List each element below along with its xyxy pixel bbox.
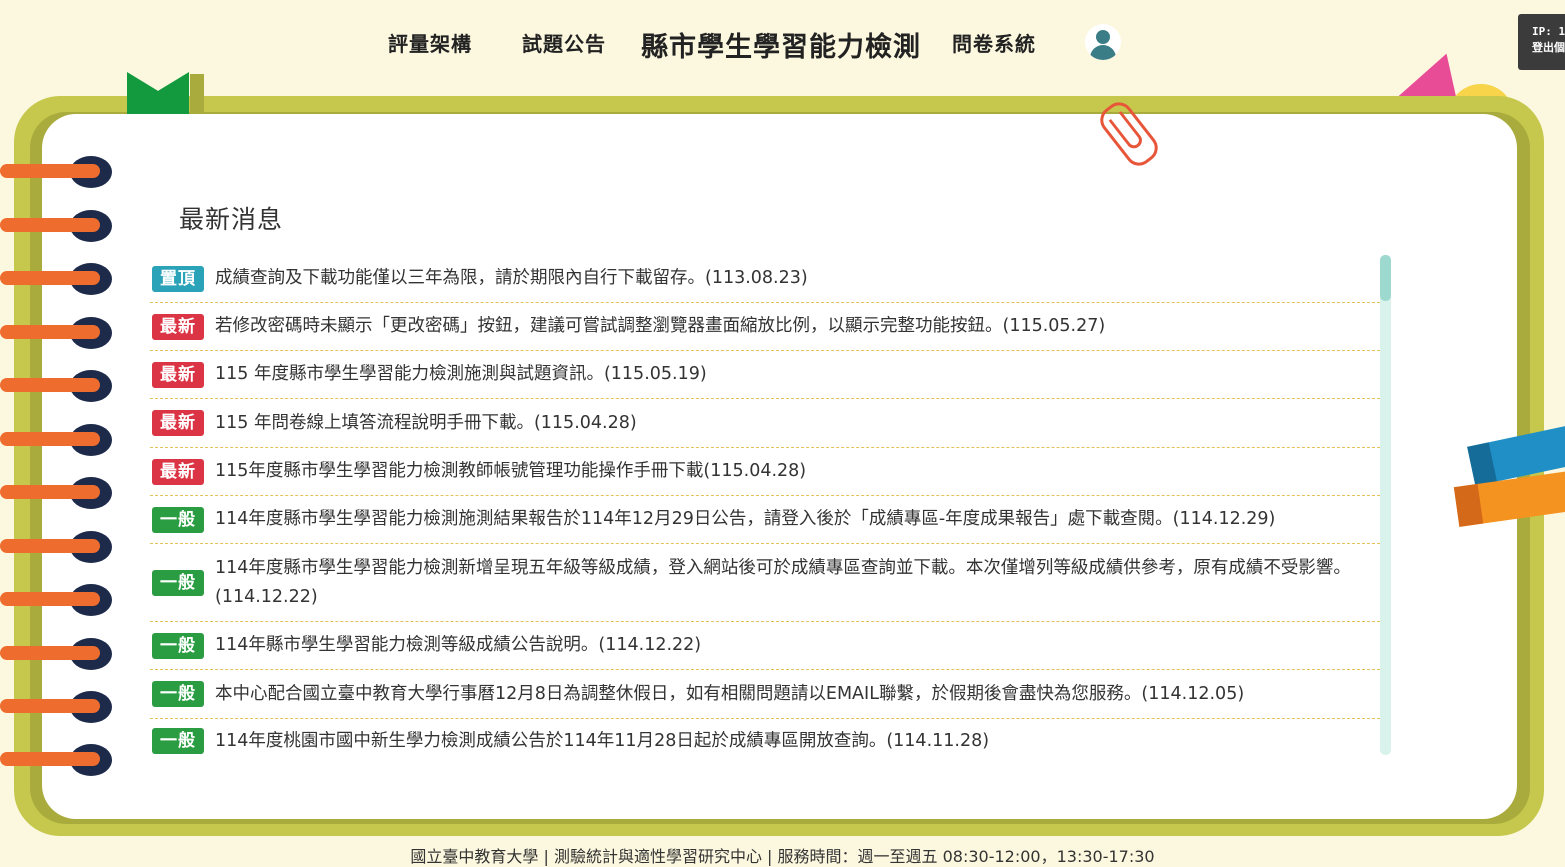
news-link[interactable]: 115年度縣市學生學習能力檢測教師帳號管理功能操作手冊下載(115.04.28)	[215, 457, 820, 486]
spiral-ring-icon	[0, 368, 112, 404]
logout-label[interactable]: 登出個	[1532, 40, 1565, 56]
nav-questionnaire-system[interactable]: 問卷系統	[952, 28, 1036, 57]
nav-assessment-framework[interactable]: 評量架構	[388, 28, 472, 57]
spiral-ring-icon	[0, 742, 112, 778]
news-badge: 最新	[152, 410, 204, 436]
news-badge: 一般	[152, 632, 204, 659]
spiral-ring-icon	[0, 154, 112, 190]
news-item: 最新 115年度縣市學生學習能力檢測教師帳號管理功能操作手冊下載(115.04.…	[150, 448, 1380, 496]
news-item: 最新 115 年度縣市學生學習能力檢測施測與試題資訊。(115.05.19)	[150, 351, 1380, 399]
top-navigation: 評量架構 試題公告 縣市學生學習能力檢測 問卷系統	[0, 0, 1565, 90]
section-title-latest-news: 最新消息	[179, 205, 284, 234]
user-avatar-icon[interactable]	[1085, 24, 1121, 60]
news-link[interactable]: 114年縣市學生學習能力檢測等級成績公告說明。(114.12.22)	[215, 631, 715, 660]
spiral-ring-icon	[0, 582, 112, 618]
spiral-ring-icon	[0, 475, 112, 511]
news-item: 最新 若修改密碼時未顯示「更改密碼」按鈕，建議可嘗試調整瀏覽器畫面縮放比例，以顯…	[150, 303, 1380, 351]
spiral-ring-icon	[0, 636, 112, 672]
spiral-ring-icon	[0, 689, 112, 725]
nav-test-announcement[interactable]: 試題公告	[522, 28, 606, 57]
news-badge: 一般	[152, 569, 204, 596]
news-item: 一般 114年度桃園市國中新生學力檢測成績公告於114年11月28日起於成績專區…	[150, 719, 1380, 763]
news-badge: 一般	[152, 728, 204, 754]
news-item: 一般 114年縣市學生學習能力檢測等級成績公告說明。(114.12.22)	[150, 622, 1380, 670]
spiral-ring-icon	[0, 529, 112, 565]
spiral-ring-icon	[0, 315, 112, 351]
news-link[interactable]: 114年度桃園市國中新生學力檢測成績公告於114年11月28日起於成績專區開放查…	[215, 727, 1003, 756]
news-badge: 最新	[152, 313, 204, 340]
bookmark-shadow	[190, 74, 204, 114]
news-badge: 一般	[152, 681, 204, 707]
news-link[interactable]: 成績查詢及下載功能僅以三年為限，請於期限內自行下載留存。(113.08.23)	[215, 264, 822, 293]
news-list: 置頂 成績查詢及下載功能僅以三年為限，請於期限內自行下載留存。(113.08.2…	[150, 255, 1380, 763]
ip-logout-panel[interactable]: IP: 1 登出個	[1518, 14, 1565, 70]
footer-info: 國立臺中教育大學 | 測驗統計與適性學習研究中心 | 服務時間：週一至週五 08…	[410, 847, 1155, 866]
news-item: 置頂 成績查詢及下載功能僅以三年為限，請於期限內自行下載留存。(113.08.2…	[150, 255, 1380, 303]
news-link[interactable]: 115 年問卷線上填答流程說明手冊下載。(115.04.28)	[215, 409, 651, 438]
scrollbar-thumb[interactable]	[1380, 255, 1391, 301]
news-badge: 最新	[152, 458, 204, 485]
spiral-ring-icon	[0, 208, 112, 244]
news-item: 最新 115 年問卷線上填答流程說明手冊下載。(115.04.28)	[150, 399, 1380, 448]
news-link[interactable]: 若修改密碼時未顯示「更改密碼」按鈕，建議可嘗試調整瀏覽器畫面縮放比例，以顯示完整…	[215, 312, 1119, 341]
news-link[interactable]: 114年度縣市學生學習能力檢測新增呈現五年級等級成績，登入網站後可於成績專區查詢…	[215, 554, 1380, 612]
spiral-ring-icon	[0, 261, 112, 297]
news-badge: 一般	[152, 506, 204, 533]
news-item: 一般 本中心配合國立臺中教育大學行事曆12月8日為調整休假日，如有相關問題請以E…	[150, 670, 1380, 719]
site-title[interactable]: 縣市學生學習能力檢測	[641, 25, 921, 64]
news-badge: 最新	[152, 361, 204, 388]
news-item: 一般 114年度縣市學生學習能力檢測新增呈現五年級等級成績，登入網站後可於成績專…	[150, 544, 1380, 622]
ip-label: IP: 1	[1532, 25, 1565, 38]
news-scrollbar[interactable]	[1380, 255, 1391, 755]
news-badge: 置頂	[152, 265, 204, 292]
news-link[interactable]: 114年度縣市學生學習能力檢測施測結果報告於114年12月29日公告，請登入後於…	[215, 505, 1289, 534]
news-item: 一般 114年度縣市學生學習能力檢測施測結果報告於114年12月29日公告，請登…	[150, 496, 1380, 544]
spiral-ring-icon	[0, 422, 112, 458]
news-link[interactable]: 本中心配合國立臺中教育大學行事曆12月8日為調整休假日，如有相關問題請以EMAI…	[215, 680, 1258, 709]
news-link[interactable]: 115 年度縣市學生學習能力檢測施測與試題資訊。(115.05.19)	[215, 360, 721, 389]
